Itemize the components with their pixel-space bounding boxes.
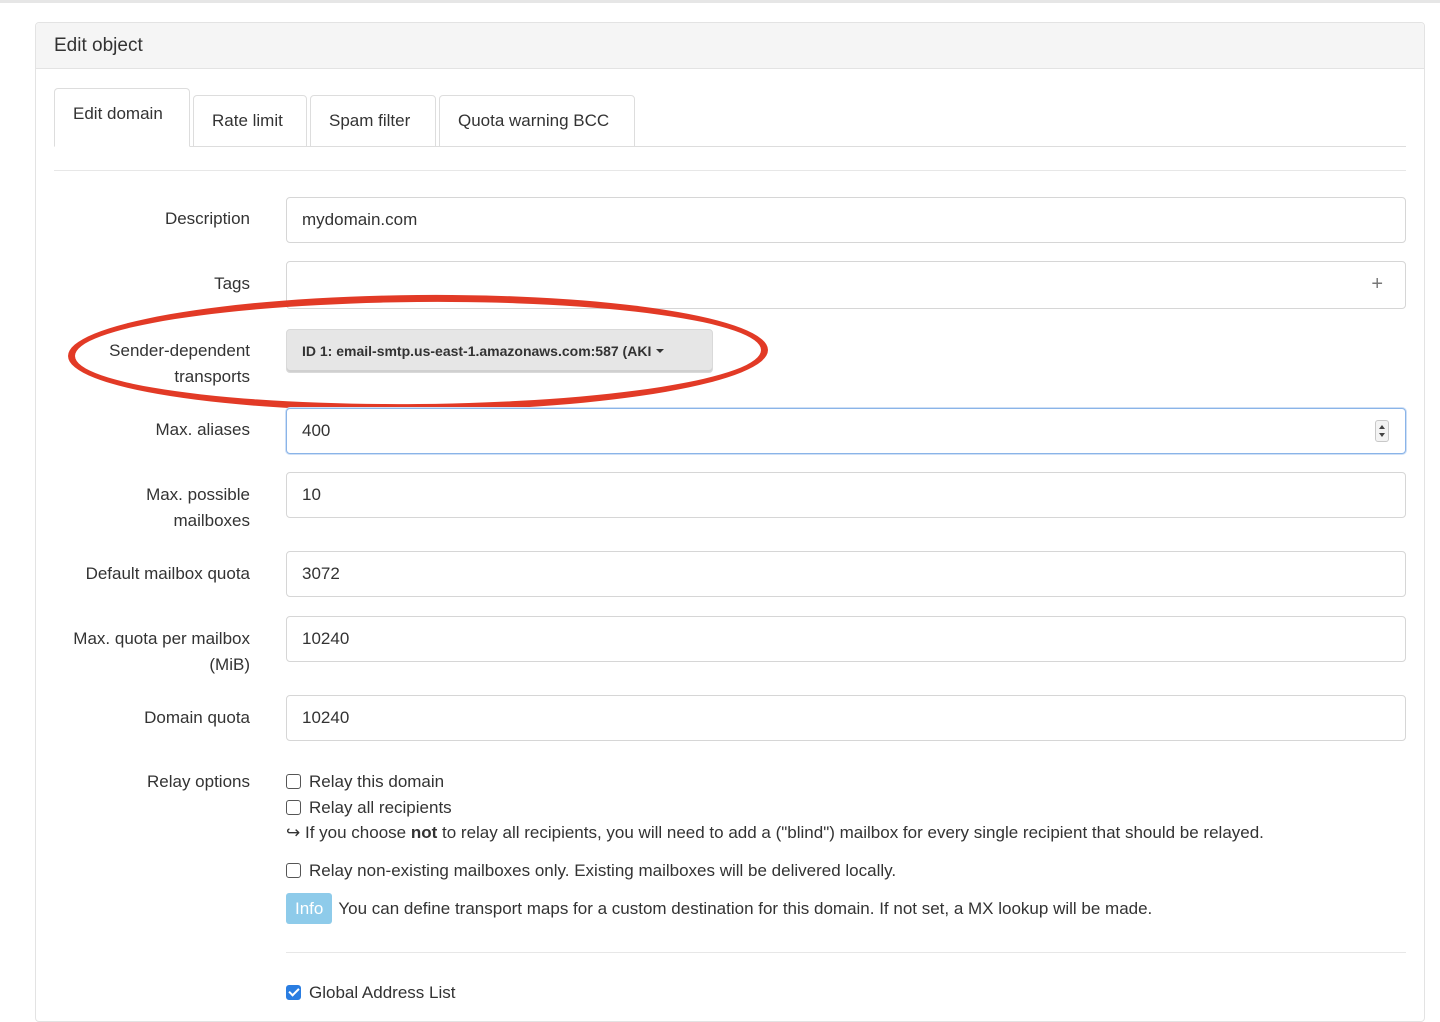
section-divider [286, 952, 1406, 953]
max-quota-label-line2: (MiB) [209, 655, 250, 674]
sender-transports-label: Sender-dependent transports [56, 338, 250, 390]
default-quota-label: Default mailbox quota [85, 564, 250, 583]
sender-transports-selected: ID 1: email-smtp.us-east-1.amazonaws.com… [302, 343, 652, 359]
gal-label: Global Address List [309, 983, 456, 1002]
relay-unknown-option: Relay non-existing mailboxes only. Exist… [286, 859, 896, 883]
relay-options-label: Relay options [146, 772, 250, 791]
default-quota-input[interactable]: 3072 [286, 551, 1406, 597]
max-mailboxes-label-line2: mailboxes [173, 511, 250, 530]
max-quota-label-line1: Max. quota per mailbox [73, 629, 250, 648]
max-aliases-label: Max. aliases [155, 420, 250, 439]
tags-input[interactable]: + [286, 261, 1406, 309]
max-aliases-value: 400 [302, 421, 331, 440]
relay-unknown-label: Relay non-existing mailboxes only. Exist… [309, 861, 897, 880]
tab-edit-domain[interactable]: Edit domain [54, 88, 190, 147]
panel-title: Edit object [36, 23, 1424, 69]
max-aliases-input[interactable]: 400 [286, 408, 1406, 454]
description-label: Description [164, 209, 250, 228]
tab-bar: Edit domain Rate limit Spam filter Quota… [54, 88, 1406, 147]
tab-spam-filter[interactable]: Spam filter [310, 95, 436, 147]
tags-label: Tags [214, 274, 250, 293]
relay-domain-option: Relay this domain [286, 770, 444, 794]
chevron-down-icon [656, 349, 665, 353]
relay-all-option: Relay all recipients [286, 796, 452, 820]
edit-object-panel: Edit object Edit domain Rate limit Spam … [35, 22, 1425, 1022]
return-arrow-icon: ↪ [286, 823, 301, 842]
info-note: Info You can define transport maps for a … [286, 893, 1152, 924]
relay-hint-bold: not [410, 823, 438, 842]
relay-hint-suffix: to relay all recipients, you will need t… [442, 823, 1264, 842]
gal-option: Global Address List [286, 981, 455, 1005]
max-mailboxes-label: Max. possible mailboxes [56, 482, 250, 534]
relay-all-label: Relay all recipients [309, 798, 452, 817]
max-mailboxes-label-line1: Max. possible [146, 485, 250, 504]
relay-unknown-checkbox[interactable] [286, 863, 301, 878]
relay-hint-prefix: If you choose [304, 823, 407, 842]
relay-all-checkbox[interactable] [286, 800, 301, 815]
max-mailboxes-input[interactable]: 10 [286, 472, 1406, 518]
description-input[interactable]: mydomain.com [286, 197, 1406, 243]
domain-quota-input[interactable]: 10240 [286, 695, 1406, 741]
number-spinner-icon[interactable] [1375, 420, 1389, 442]
sender-transports-label-line2: transports [174, 367, 250, 386]
tab-divider [54, 170, 1406, 171]
top-border [0, 0, 1440, 3]
gal-checkbox[interactable] [286, 985, 301, 1000]
add-tag-icon[interactable]: + [1371, 262, 1383, 306]
info-text: You can define transport maps for a cust… [338, 899, 1153, 918]
info-badge: Info [286, 893, 333, 924]
sender-transports-label-line1: Sender-dependent [109, 341, 250, 360]
relay-domain-label: Relay this domain [309, 772, 445, 791]
relay-domain-checkbox[interactable] [286, 774, 301, 789]
sender-transports-dropdown[interactable]: ID 1: email-smtp.us-east-1.amazonaws.com… [286, 329, 713, 373]
domain-quota-label: Domain quota [144, 708, 250, 727]
relay-hint: ↪ If you choose not to relay all recipie… [286, 821, 1264, 845]
max-quota-input[interactable]: 10240 [286, 616, 1406, 662]
tab-quota-warning-bcc[interactable]: Quota warning BCC [439, 95, 635, 147]
tab-rate-limit[interactable]: Rate limit [193, 95, 307, 147]
max-quota-label: Max. quota per mailbox (MiB) [56, 626, 250, 678]
